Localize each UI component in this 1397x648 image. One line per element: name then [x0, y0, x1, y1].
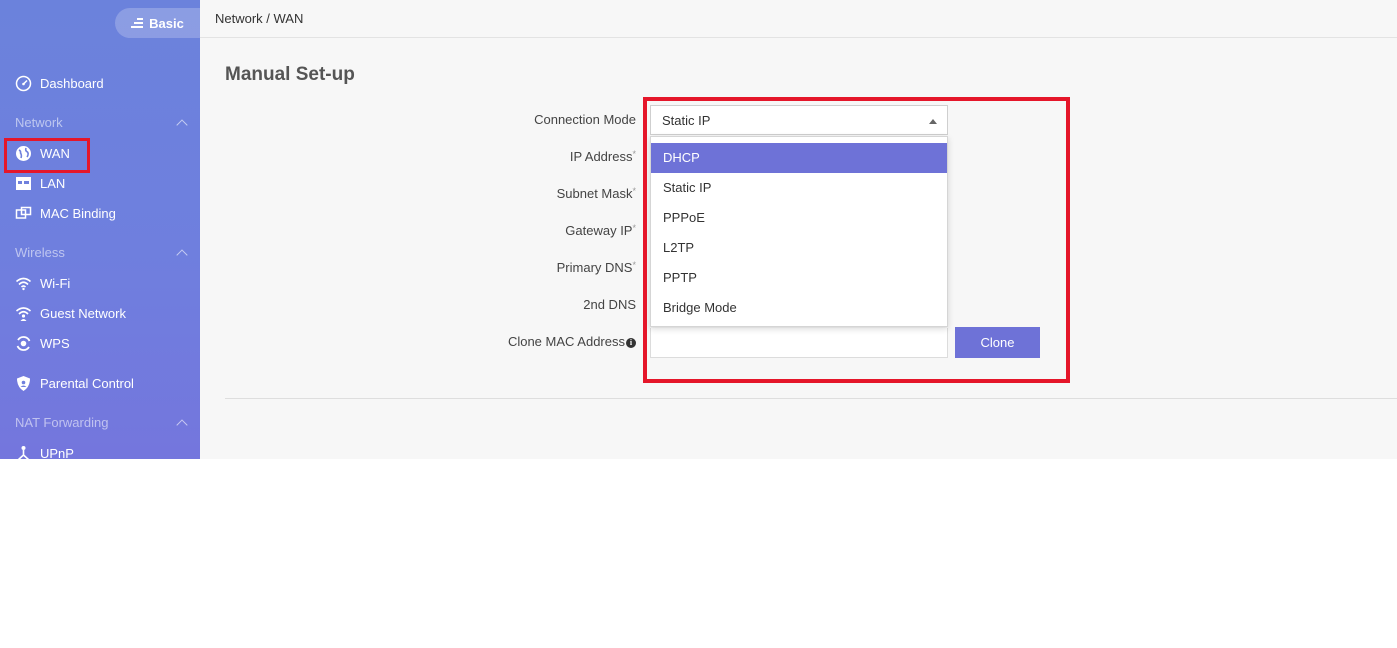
sidebar-item-label: Parental Control [40, 375, 134, 391]
gateway-ip-label: Gateway IP* [565, 223, 636, 238]
sidebar-item-label: LAN [40, 175, 66, 191]
lan-icon [15, 175, 32, 192]
label-text: IP Address [569, 149, 633, 164]
sidebar-item-lan[interactable]: LAN [15, 172, 65, 194]
required-mark: * [632, 149, 636, 159]
required-mark: * [632, 260, 636, 270]
basic-mode-button[interactable]: Basic [115, 8, 200, 38]
sidebar: Basic Dashboard Network WAN LAN MAC Bind… [0, 0, 200, 459]
sidebar-item-label: Wi-Fi [40, 275, 71, 291]
sidebar-item-wifi[interactable]: Wi-Fi [15, 272, 70, 294]
required-mark: * [632, 186, 636, 196]
connection-mode-label: Connection Mode [534, 112, 636, 127]
sidebar-section-nat-forwarding[interactable]: NAT Forwarding [15, 415, 188, 431]
ip-address-label: IP Address* [570, 149, 636, 164]
second-dns-label: 2nd DNS [583, 297, 636, 312]
sidebar-item-label: Dashboard [40, 75, 104, 91]
required-mark: * [632, 223, 636, 233]
chevron-up-icon [176, 248, 188, 261]
sidebar-item-parental-control[interactable]: Parental Control [15, 372, 134, 394]
wps-icon [15, 335, 32, 352]
breadcrumb: Network / WAN [215, 11, 304, 26]
label-text: 2nd DNS [583, 297, 636, 312]
label-text: Gateway IP [565, 223, 633, 238]
clone-mac-address-label: Clone MAC Address i [508, 334, 636, 349]
basic-mode-label: Basic [149, 15, 184, 31]
sidebar-item-label: WPS [40, 335, 70, 351]
subnet-mask-label: Subnet Mask* [557, 186, 636, 201]
gauge-icon [15, 75, 32, 92]
sidebar-section-wireless[interactable]: Wireless [15, 245, 188, 261]
mac-binding-icon [15, 205, 32, 222]
chevron-up-icon [176, 118, 188, 131]
sidebar-item-label: Guest Network [40, 305, 126, 321]
app-window: Basic Dashboard Network WAN LAN MAC Bind… [0, 0, 1397, 459]
label-text: Subnet Mask [556, 186, 633, 201]
section-label: NAT Forwarding [15, 415, 109, 430]
section-label: Wireless [15, 245, 65, 260]
main-content: Network / WAN Manual Set-up Connection M… [200, 0, 1397, 459]
sidebar-item-guest-network[interactable]: Guest Network [15, 302, 126, 324]
shield-icon [15, 375, 32, 392]
page-title: Manual Set-up [225, 64, 355, 85]
info-icon[interactable]: i [626, 338, 636, 348]
breadcrumb-divider [200, 37, 1397, 38]
sidebar-section-network[interactable]: Network [15, 115, 188, 131]
sidebar-item-label: UPnP [40, 445, 74, 460]
wifi-icon [15, 275, 32, 292]
upnp-icon [15, 445, 32, 459]
sidebar-item-mac-binding[interactable]: MAC Binding [15, 202, 116, 224]
sidebar-item-upnp[interactable]: UPnP [15, 442, 74, 459]
primary-dns-label: Primary DNS* [557, 260, 636, 275]
sidebar-item-dashboard[interactable]: Dashboard [15, 72, 104, 94]
label-text: Clone MAC Address [507, 334, 625, 349]
sidebar-item-label: MAC Binding [40, 205, 116, 221]
section-label: Network [15, 115, 63, 130]
guest-wifi-icon [15, 305, 32, 322]
sidebar-item-wps[interactable]: WPS [15, 332, 70, 354]
list-icon [131, 18, 144, 28]
section-divider [225, 398, 1397, 399]
form-highlight-box [643, 97, 1070, 383]
wan-highlight-box [4, 138, 90, 173]
chevron-up-icon [176, 418, 188, 431]
label-text: Primary DNS [556, 260, 633, 275]
label-text: Connection Mode [534, 112, 636, 127]
